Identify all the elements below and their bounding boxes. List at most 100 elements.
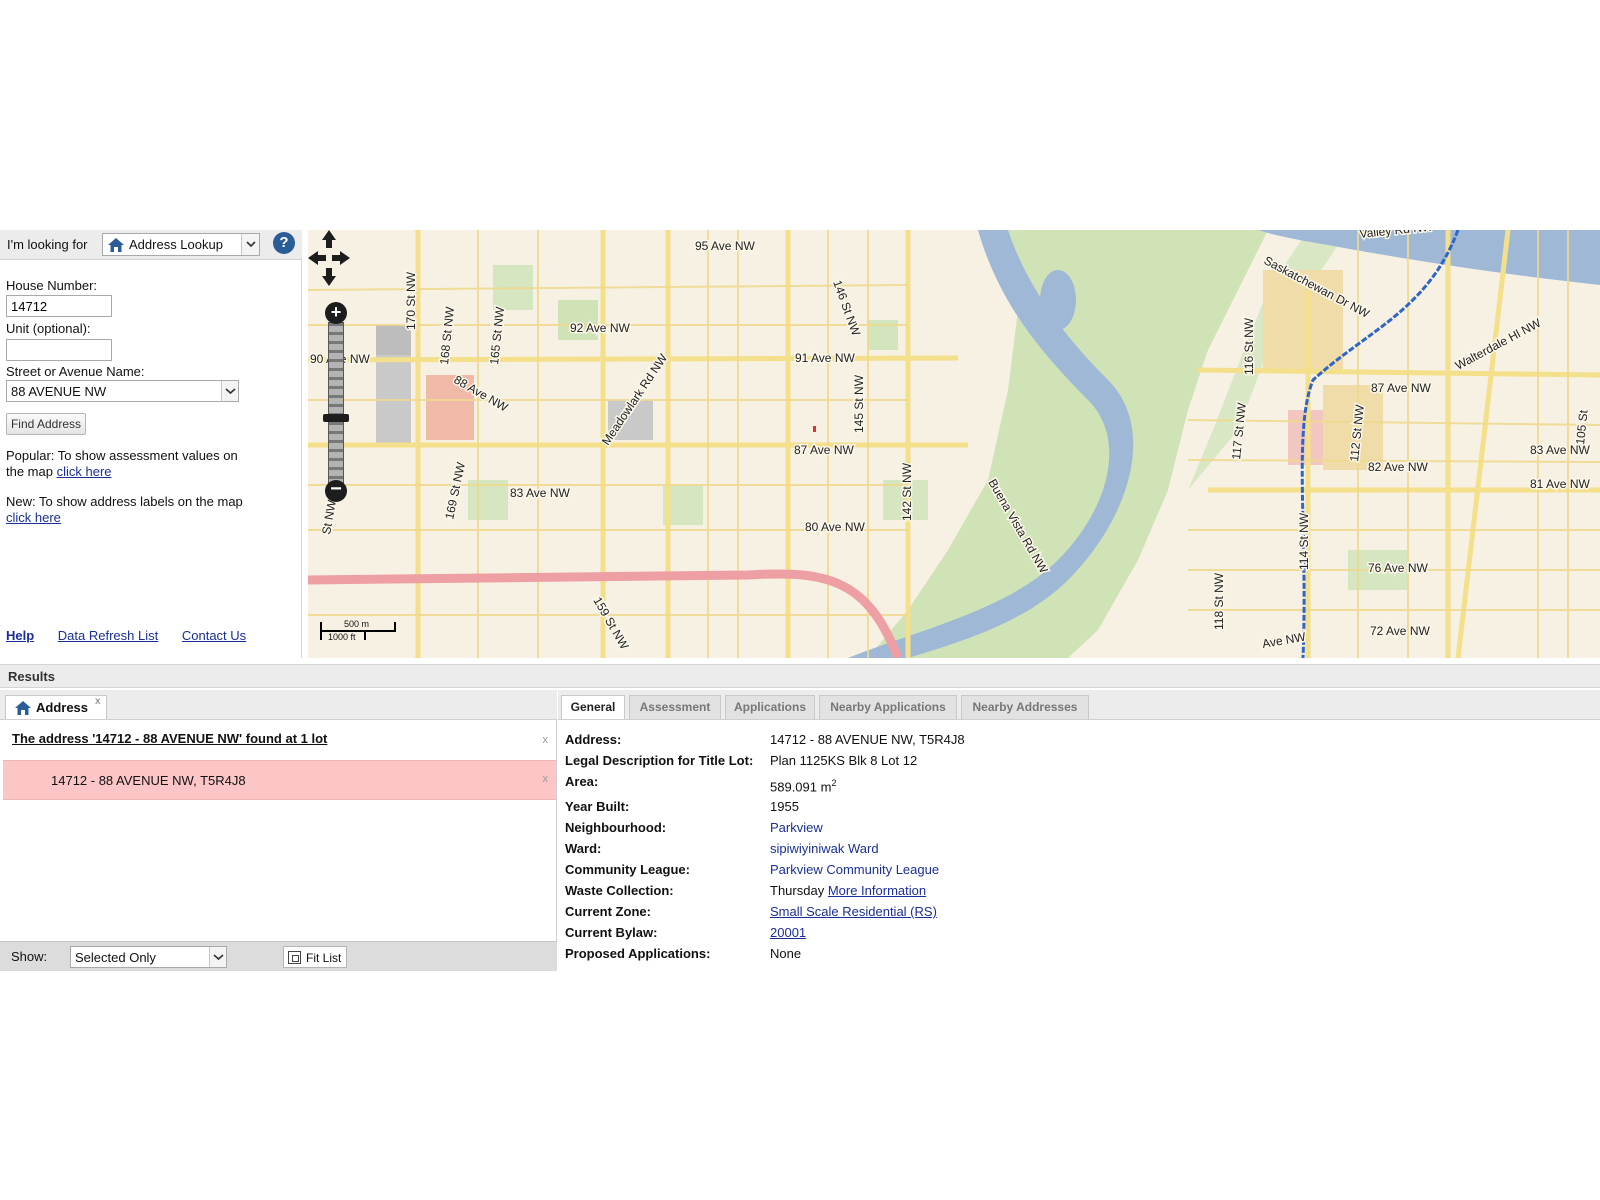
- year-built-value: 1955: [770, 799, 799, 814]
- current-zone-link[interactable]: Small Scale Residential (RS): [770, 904, 937, 919]
- results-list-panel: Address x The address '14712 - 88 AVENUE…: [0, 690, 557, 971]
- zoom-in-button[interactable]: +: [325, 302, 347, 324]
- current-zone-value: Small Scale Residential (RS): [770, 904, 937, 919]
- search-panel: I'm looking for Address Lookup ? House N…: [0, 230, 302, 658]
- neighbourhood-key: Neighbourhood:: [565, 820, 667, 835]
- area-unit-exponent: 2: [831, 778, 837, 788]
- area-number: 589.091 m: [770, 779, 832, 795]
- address-key: Address:: [565, 732, 622, 747]
- house-number-label: House Number:: [6, 278, 98, 293]
- street-label: Street or Avenue Name:: [6, 364, 145, 379]
- street-label: 114 St NW: [1297, 512, 1311, 570]
- street-label: 87 Ave NW: [1371, 381, 1431, 395]
- chevron-down-icon: [241, 234, 259, 255]
- contact-us-link[interactable]: Contact Us: [182, 628, 246, 643]
- community-league-link[interactable]: Parkview Community League: [770, 862, 939, 877]
- results-header: Results: [0, 664, 1600, 688]
- new-note: New: To show address labels on the map c…: [6, 494, 246, 526]
- ward-link[interactable]: sipiwiyiniwak Ward: [770, 841, 879, 856]
- street-label: 87 Ave NW: [794, 443, 854, 457]
- show-filter-select[interactable]: Selected Only: [70, 946, 227, 968]
- close-icon[interactable]: x: [543, 773, 549, 785]
- details-panel: General Assessment Applications Nearby A…: [558, 690, 1600, 971]
- list-item[interactable]: 14712 - 88 AVENUE NW, T5R4J8 x: [3, 760, 556, 800]
- selected-lot-marker[interactable]: [813, 426, 816, 432]
- tab-general[interactable]: General: [561, 695, 625, 719]
- fit-list-button[interactable]: Fit List: [283, 946, 347, 968]
- map-view[interactable]: 95 Ave NW 92 Ave NW 90 Ave NW 88 Ave NW …: [308, 230, 1600, 658]
- lookup-bar: I'm looking for Address Lookup ?: [0, 230, 302, 260]
- lookup-type-select[interactable]: Address Lookup: [102, 233, 260, 256]
- new-click-here-link[interactable]: click here: [6, 510, 61, 525]
- scale-bar: 500 m 1000 ft: [320, 618, 400, 644]
- popular-note-text: Popular: To show assessment values on th…: [6, 448, 238, 479]
- unit-field[interactable]: [6, 339, 112, 361]
- current-bylaw-value: 20001: [770, 925, 806, 940]
- more-information-link[interactable]: More Information: [828, 883, 926, 898]
- house-number-field[interactable]: [6, 295, 112, 317]
- legal-description-key: Legal Description for Title Lot:: [565, 753, 754, 768]
- street-label: 81 Ave NW: [1530, 477, 1590, 491]
- proposed-applications-value: None: [770, 946, 802, 961]
- address-value: 14712 - 88 AVENUE NW, T5R4J8: [770, 732, 965, 747]
- close-tab-icon[interactable]: x: [95, 696, 101, 707]
- popular-note: Popular: To show assessment values on th…: [6, 448, 246, 480]
- tab-nearby-applications[interactable]: Nearby Applications: [819, 695, 957, 719]
- data-refresh-list-link[interactable]: Data Refresh List: [58, 628, 158, 643]
- result-address: 14712 - 88 AVENUE NW, T5R4J8: [51, 773, 246, 788]
- show-label: Show:: [11, 949, 48, 964]
- find-address-button[interactable]: Find Address: [6, 413, 86, 435]
- street-label: 76 Ave NW: [1368, 561, 1428, 575]
- street-label: 95 Ave NW: [695, 239, 755, 253]
- legal-description-value: Plan 1125KS Blk 8 Lot 12: [770, 753, 918, 768]
- zoom-out-button[interactable]: −: [325, 479, 347, 502]
- lookup-label: I'm looking for: [7, 237, 88, 252]
- help-icon[interactable]: ?: [273, 232, 295, 254]
- fit-icon: [288, 951, 301, 964]
- current-bylaw-link[interactable]: 20001: [770, 925, 806, 940]
- details-tabbar: General Assessment Applications Nearby A…: [558, 690, 1600, 720]
- tab-applications[interactable]: Applications: [725, 695, 815, 719]
- popular-click-here-link[interactable]: click here: [57, 464, 112, 479]
- zoom-slider[interactable]: [328, 322, 344, 484]
- street-label: 91 Ave NW: [795, 351, 855, 365]
- street-label: 72 Ave NW: [1370, 624, 1430, 638]
- close-icon[interactable]: x: [543, 734, 549, 746]
- year-built-key: Year Built:: [565, 799, 630, 814]
- fit-list-label: Fit List: [306, 951, 342, 965]
- results-tabbar: Address x: [0, 690, 557, 720]
- current-zone-key: Current Zone:: [565, 904, 651, 919]
- results-footer: Show: Selected Only Fit List: [0, 941, 557, 971]
- street-label: 92 Ave NW: [570, 321, 630, 335]
- lookup-type-value: Address Lookup: [129, 237, 223, 252]
- street-label: 82 Ave NW: [1368, 460, 1428, 474]
- street-label: 80 Ave NW: [805, 520, 865, 534]
- home-icon: [108, 238, 124, 252]
- street-value: 88 AVENUE NW: [11, 384, 107, 399]
- pan-control[interactable]: [308, 230, 350, 286]
- street-label: 145 St NW: [852, 374, 866, 433]
- pond: [1040, 270, 1076, 330]
- area-key: Area:: [565, 774, 599, 789]
- scale-metric-label: 500 m: [344, 619, 370, 629]
- zoom-slider-handle[interactable]: [323, 414, 349, 422]
- waste-collection-key: Waste Collection:: [565, 883, 674, 898]
- waste-day: Thursday: [770, 883, 825, 898]
- community-league-key: Community League:: [565, 862, 690, 877]
- street-label: 170 St NW: [404, 271, 418, 330]
- current-bylaw-key: Current Bylaw:: [565, 925, 658, 940]
- tab-address[interactable]: Address x: [5, 695, 107, 719]
- footer-links: Help Data Refresh List Contact Us: [6, 628, 266, 643]
- neighbourhood-link[interactable]: Parkview: [770, 820, 823, 835]
- found-heading[interactable]: The address '14712 - 88 AVENUE NW' found…: [12, 731, 327, 746]
- map-canvas[interactable]: 95 Ave NW 92 Ave NW 90 Ave NW 88 Ave NW …: [308, 230, 1600, 658]
- home-icon: [15, 701, 31, 715]
- tab-nearby-addresses[interactable]: Nearby Addresses: [961, 695, 1089, 719]
- proposed-applications-key: Proposed Applications:: [565, 946, 711, 961]
- help-link[interactable]: Help: [6, 628, 34, 643]
- results-title: Results: [8, 669, 55, 684]
- street-label: 83 Ave NW: [510, 486, 570, 500]
- tab-assessment[interactable]: Assessment: [629, 695, 721, 719]
- street-select[interactable]: 88 AVENUE NW: [6, 380, 239, 402]
- waste-collection-value: Thursday More Information: [770, 883, 926, 898]
